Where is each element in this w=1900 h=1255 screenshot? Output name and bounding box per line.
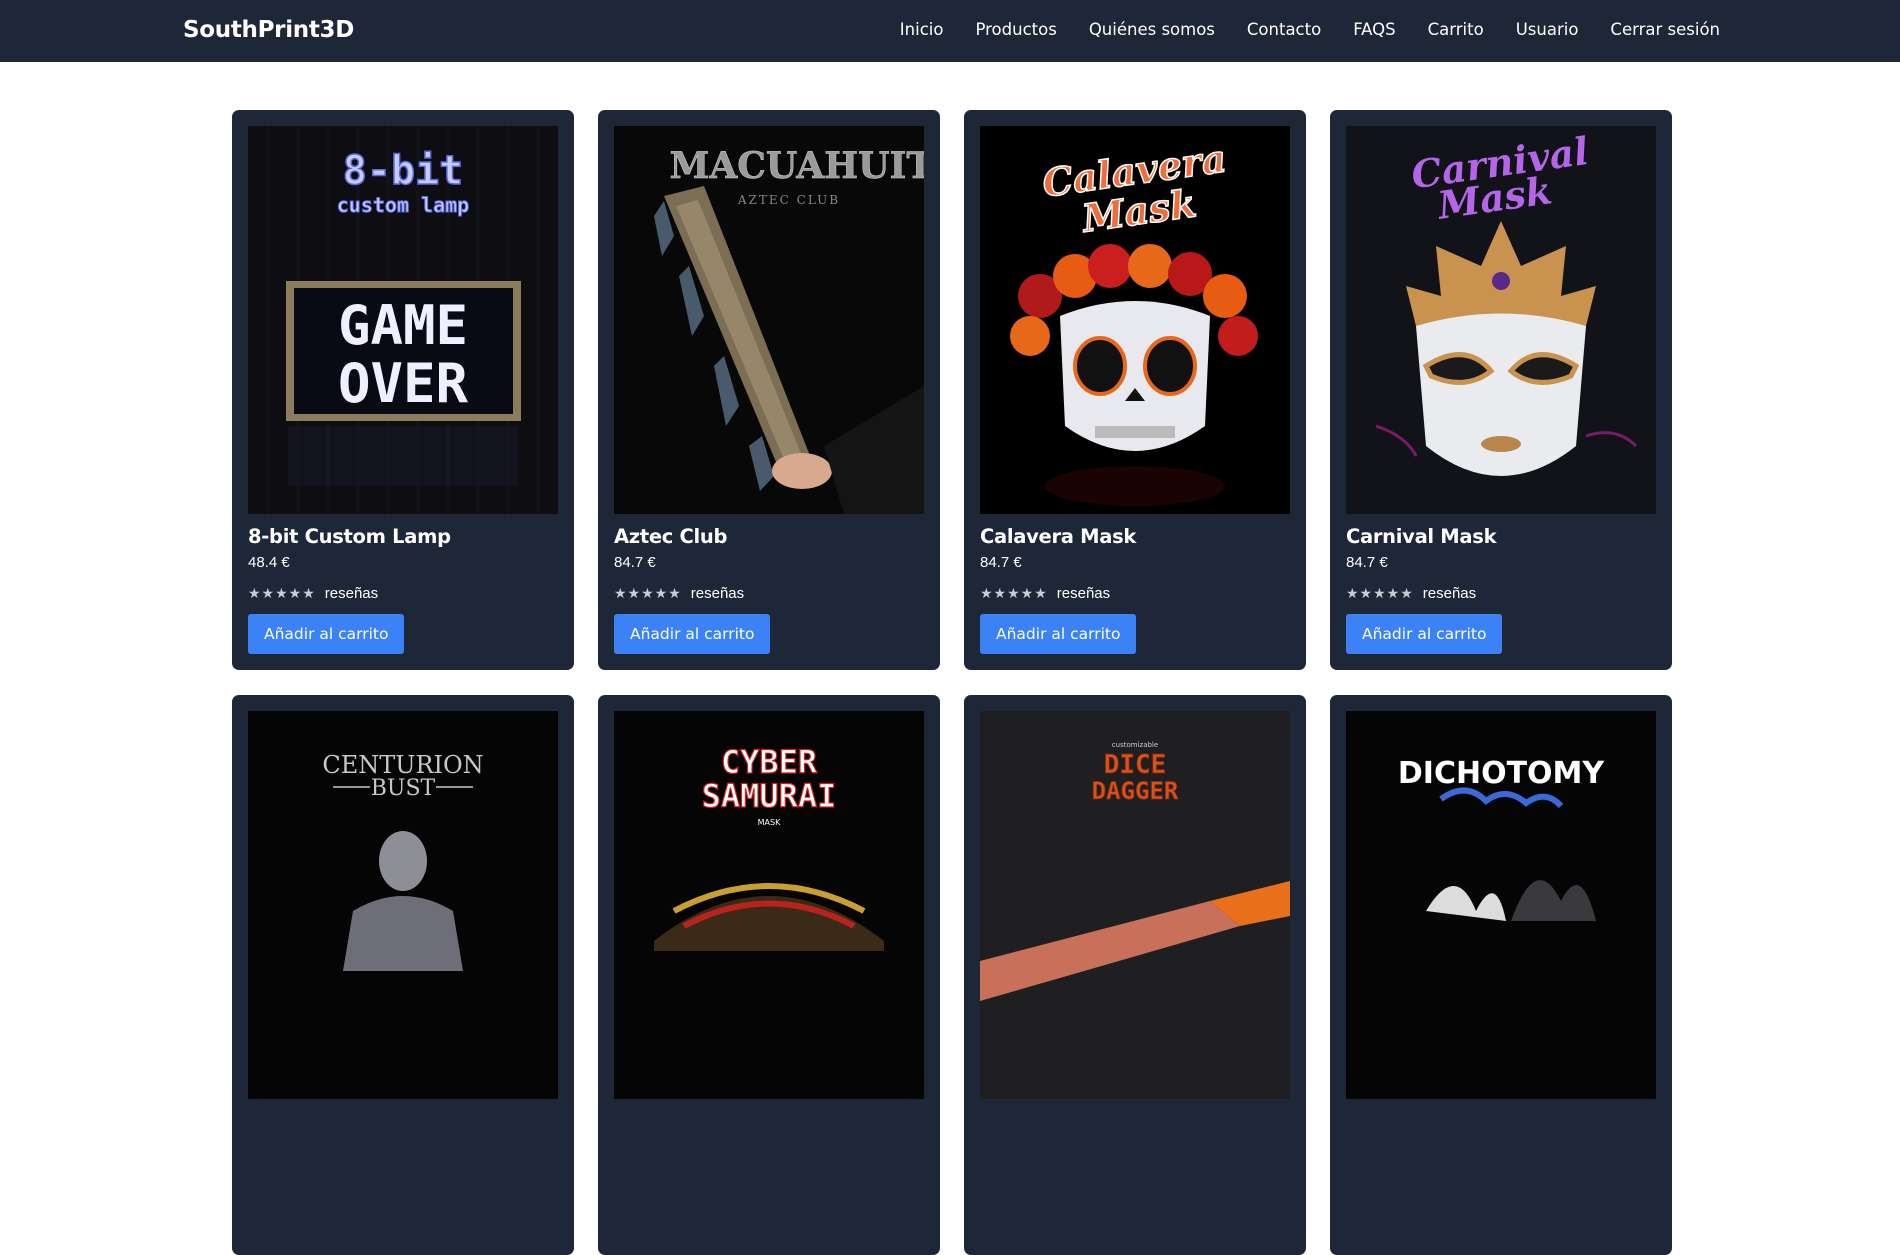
svg-text:GAME: GAME — [338, 294, 468, 357]
nav-link-inicio[interactable]: Inicio — [900, 20, 944, 39]
reviews-label[interactable]: reseñas — [1057, 585, 1110, 602]
product-price: 84.7 € — [1346, 554, 1388, 571]
product-title[interactable]: Carnival Mask — [1346, 525, 1497, 548]
nav-link-contacto[interactable]: Contacto — [1247, 20, 1321, 39]
product-price: 84.7 € — [980, 554, 1022, 571]
svg-text:8-bit: 8-bit — [343, 148, 463, 194]
product-card: customizable DICE DAGGER — [964, 695, 1306, 1255]
product-image[interactable]: Carnival Mask — [1346, 126, 1656, 514]
svg-text:BUST: BUST — [371, 776, 436, 801]
product-card: MACUAHUITL AZTEC CLUB Aztec Club 84.7 € … — [598, 110, 940, 670]
svg-text:OVER: OVER — [338, 352, 469, 415]
product-image[interactable]: CYBER SAMURAI MASK — [614, 711, 924, 1099]
product-grid: 8-bit custom lamp GAME OVER 8-bit Custom… — [232, 110, 1672, 1255]
svg-text:CENTURION: CENTURION — [322, 751, 483, 779]
nav-link-cerrar-sesion[interactable]: Cerrar sesión — [1610, 20, 1720, 39]
nav-link-usuario[interactable]: Usuario — [1516, 20, 1579, 39]
reviews-label[interactable]: reseñas — [691, 585, 744, 602]
product-rating: ★★★★★ reseñas — [980, 585, 1110, 602]
star-rating-icon: ★★★★★ — [980, 585, 1048, 601]
product-image[interactable]: MACUAHUITL AZTEC CLUB — [614, 126, 924, 514]
nav-link-faqs[interactable]: FAQS — [1353, 20, 1395, 39]
product-image[interactable]: DICHOTOMY — [1346, 711, 1656, 1099]
svg-text:DICHOTOMY: DICHOTOMY — [1398, 756, 1606, 791]
svg-text:DICE: DICE — [1104, 750, 1167, 780]
reviews-label[interactable]: reseñas — [1423, 585, 1476, 602]
star-rating-icon: ★★★★★ — [614, 585, 682, 601]
product-price: 84.7 € — [614, 554, 656, 571]
product-card: CYBER SAMURAI MASK — [598, 695, 940, 1255]
svg-text:custom lamp: custom lamp — [337, 193, 469, 217]
svg-text:MASK: MASK — [758, 818, 781, 827]
svg-text:DAGGER: DAGGER — [1092, 777, 1179, 805]
svg-text:AZTEC CLUB: AZTEC CLUB — [737, 193, 840, 207]
star-rating-icon: ★★★★★ — [248, 585, 316, 601]
product-image[interactable]: customizable DICE DAGGER — [980, 711, 1290, 1099]
product-image[interactable]: Calavera Mask — [980, 126, 1290, 514]
product-price: 48.4 € — [248, 554, 290, 571]
svg-text:MACUAHUITL: MACUAHUITL — [669, 145, 924, 187]
add-to-cart-button[interactable]: Añadir al carrito — [248, 614, 405, 654]
nav-link-productos[interactable]: Productos — [975, 20, 1056, 39]
product-card: CENTURION BUST — [232, 695, 574, 1255]
top-navbar: SouthPrint3D Inicio Productos Quiénes so… — [0, 0, 1900, 62]
reviews-label[interactable]: reseñas — [325, 585, 378, 602]
product-rating: ★★★★★ reseñas — [248, 585, 378, 602]
add-to-cart-button[interactable]: Añadir al carrito — [980, 614, 1137, 654]
add-to-cart-button[interactable]: Añadir al carrito — [614, 614, 771, 654]
product-card: Carnival Mask Carnival Mask 84.7 € ★★★★★… — [1330, 110, 1672, 670]
product-card: 8-bit custom lamp GAME OVER 8-bit Custom… — [232, 110, 574, 670]
svg-text:customizable: customizable — [1112, 741, 1158, 749]
brand-logo[interactable]: SouthPrint3D — [183, 17, 354, 43]
product-image[interactable]: 8-bit custom lamp GAME OVER — [248, 126, 558, 514]
product-card: Calavera Mask Calavera Mask 84.7 € ★★★★★… — [964, 110, 1306, 670]
nav-link-carrito[interactable]: Carrito — [1428, 20, 1484, 39]
nav-menu: Inicio Productos Quiénes somos Contacto … — [900, 20, 1720, 39]
product-title[interactable]: Aztec Club — [614, 525, 727, 548]
product-rating: ★★★★★ reseñas — [614, 585, 744, 602]
product-rating: ★★★★★ reseñas — [1346, 585, 1476, 602]
add-to-cart-button[interactable]: Añadir al carrito — [1346, 614, 1503, 654]
star-rating-icon: ★★★★★ — [1346, 585, 1414, 601]
nav-link-quienes-somos[interactable]: Quiénes somos — [1089, 20, 1215, 39]
svg-text:CYBER: CYBER — [721, 743, 818, 781]
product-title[interactable]: Calavera Mask — [980, 525, 1136, 548]
svg-text:SAMURAI: SAMURAI — [702, 777, 837, 815]
product-image[interactable]: CENTURION BUST — [248, 711, 558, 1099]
product-title[interactable]: 8-bit Custom Lamp — [248, 525, 451, 548]
product-card: DICHOTOMY — [1330, 695, 1672, 1255]
